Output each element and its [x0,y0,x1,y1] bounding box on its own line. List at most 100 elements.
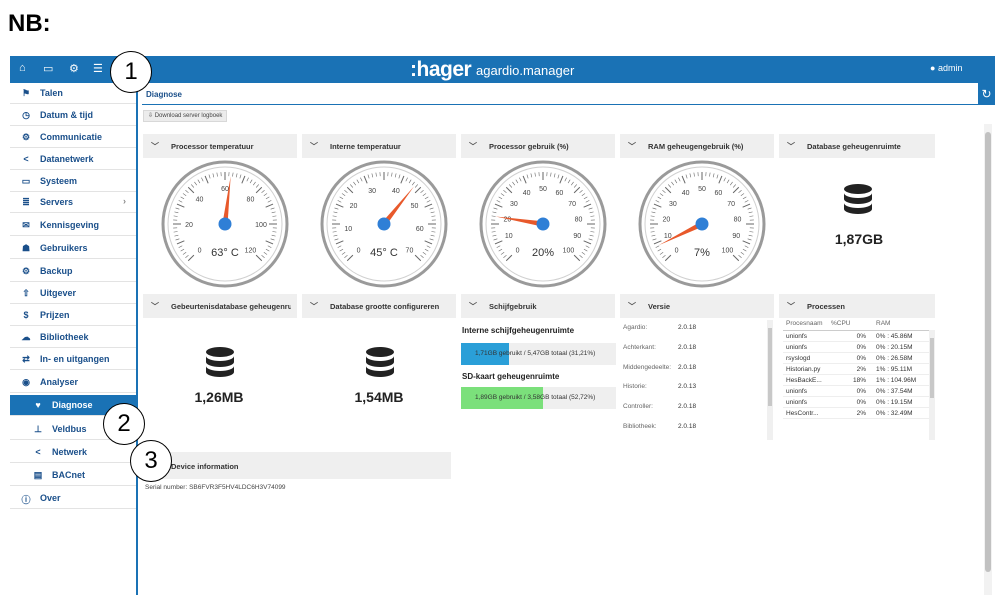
process-ram-cell: 0% : 45.86M [876,333,913,340]
gauge-tick-label: 50 [411,203,419,210]
page-scrollbar-thumb[interactable] [985,132,991,572]
gauge-tick-label: 0 [675,247,679,254]
table-row[interactable]: HesContr... 2% 0% : 32.49M [783,408,931,419]
sidebar-item-analyser[interactable]: ◉ Analyser [10,372,136,393]
callout-1: 1 [110,51,152,93]
gauge-tick-label: 30 [669,201,677,208]
process-scrollbar-thumb[interactable] [930,338,934,398]
user-name: admin [937,63,963,73]
internal-disk-title: Interne schijfgeheugenruimte [462,326,575,335]
panel-head-version[interactable]: ﹀ Versie [620,294,774,318]
panel-head-ram-usage[interactable]: ﹀ RAM geheugengebruik (%) [620,134,774,158]
table-row[interactable]: Historian.py 2% 1% : 95.11M [783,364,931,375]
gauge-tick-label: 0 [516,247,520,254]
gears-icon: ⚙ [21,132,31,142]
process-ram-cell: 0% : 37.54M [876,388,913,395]
screenshot-root: NB: ⌂ ▭ ⚙ ☰ :hager agardio.manager ● adm… [0,0,995,595]
table-row[interactable]: unionfs 0% 0% : 19.15M [783,397,931,408]
panel-head-db-memory[interactable]: ﹀ Database geheugenruimte [779,134,935,158]
process-name-cell: HesBackE... [786,377,822,384]
sidebar-item-uitgever[interactable]: ⇧ Uitgever [10,283,136,304]
user-icon: ● [930,63,938,73]
sidebar-item-label: Talen [40,88,63,98]
process-scrollbar[interactable] [929,330,935,440]
panel-head-processor-temp[interactable]: ﹀ Processor temperatuur [143,134,297,158]
gauge-value-label: 20% [532,247,554,259]
download-log-button[interactable]: ⇩ Download server logboek [143,110,228,122]
panel-head-processor-usage[interactable]: ﹀ Processor gebruik (%) [461,134,615,158]
page-scrollbar[interactable] [984,124,992,595]
gauge-tick-label: 10 [505,233,513,240]
gauge-processor-temperature: 0 20 40 60 80 100 120 63° C [161,160,289,288]
table-row[interactable]: unionfs 0% 0% : 37.54M [783,386,931,397]
sidebar-item-label: Veldbus [52,424,87,434]
gears-icon[interactable]: ⚙ [69,62,79,75]
gauge-tick-label: 80 [575,216,583,223]
sidebar-item-bibliotheek[interactable]: ☁ Bibliotheek [10,327,136,348]
sidebar-item-label: Systeem [40,176,78,186]
panel-title: Versie [648,302,671,311]
home-icon[interactable]: ⌂ [19,62,26,74]
refresh-icon: ↻ [981,87,992,101]
user-menu[interactable]: ● admin [930,63,962,73]
table-row[interactable]: unionfs 0% 0% : 45.86M [783,331,931,342]
sidebar-item-communicatie[interactable]: ⚙ Communicatie [10,127,136,148]
version-label: Historie: [623,383,647,390]
sidebar-item-in-en-uitgangen[interactable]: ⇄ In- en uitgangen [10,349,136,370]
gauge-tick-label: 100 [722,247,734,254]
process-cpu-cell: 2% [856,410,866,417]
chevron-down-icon: ﹀ [628,302,636,311]
sidebar-item-datanetwerk[interactable]: < Datanetwerk [10,149,136,170]
col-header-name[interactable]: Procesnaam [786,320,828,327]
version-label: Bibliotheek: [623,423,657,430]
sitemap-icon: ⊥ [34,424,42,434]
col-header-cpu[interactable]: %CPU [831,320,859,327]
eye-icon: ◉ [22,377,30,387]
sidebar-item-systeem[interactable]: ▭ Systeem [10,171,136,192]
sidebar-item-bacnet[interactable]: ▤ BACnet [10,465,136,486]
panel-title: Database geheugenruimte [807,142,901,151]
process-name-cell: unionfs [786,399,807,406]
panel-title: Processen [807,302,845,311]
panel-head-device-information[interactable]: Device information [143,452,451,479]
panel-title: Gebeurtenisdatabase geheugenru... [171,302,291,311]
table-row[interactable]: rsyslogd 0% 0% : 26.58M [783,353,931,364]
sidebar-item-servers[interactable]: ≣ Servers › [10,192,136,213]
panel-title: Interne temperatuur [330,142,401,151]
sidebar-item-kennisgeving[interactable]: ✉ Kennisgeving [10,215,136,236]
sidebar-item-netwerk[interactable]: < Netwerk [10,442,136,463]
version-label: Middengedeelte: [623,364,672,371]
clock-icon: ◷ [22,110,30,120]
panel-head-internal-temp[interactable]: ﹀ Interne temperatuur [302,134,456,158]
panel-head-event-db[interactable]: ﹀ Gebeurtenisdatabase geheugenru... [143,294,297,318]
gauge-tick-label: 70 [406,247,414,254]
sliders-icon[interactable]: ☰ [93,62,103,75]
gauge-tick-label: 20 [504,216,512,223]
gauge-tick-label: 100 [563,247,575,254]
sidebar-item-label: Communicatie [40,132,103,142]
refresh-button[interactable]: ↻ [978,83,995,105]
sidebar-item-over[interactable]: ⓘ Over [10,488,136,509]
version-scrollbar[interactable] [767,320,773,440]
table-row[interactable]: HesBackE... 18% 1% : 104.96M [783,375,931,386]
version-label: Achterkant: [623,344,656,351]
internal-disk-bar: 1,71GB gebruikt / 5,47GB totaal (31,21%) [461,343,616,365]
process-name-cell: unionfs [786,344,807,351]
chevron-right-icon: › [123,196,126,206]
panel-head-db-size[interactable]: ﹀ Database grootte configureren [302,294,456,318]
sidebar-item-prijzen[interactable]: $ Prijzen [10,305,136,326]
callout-3: 3 [130,440,172,482]
gauge-tick-label: 100 [255,222,267,229]
sidebar-item-datum-tijd[interactable]: ◷ Datum & tijd [10,105,136,126]
version-scrollbar-thumb[interactable] [768,328,772,406]
panel-head-processes[interactable]: ﹀ Processen [779,294,935,318]
monitor-icon[interactable]: ▭ [43,62,53,75]
sidebar-item-backup[interactable]: ⚙ Backup [10,261,136,282]
dollar-icon: $ [23,310,29,320]
table-row[interactable]: unionfs 0% 0% : 20.15M [783,342,931,353]
version-value: 2.0.18 [678,423,697,430]
chevron-down-icon: ﹀ [787,142,795,151]
col-header-ram[interactable]: RAM [876,320,924,327]
sidebar-item-gebruikers[interactable]: ☗ Gebruikers [10,238,136,259]
panel-head-disk-usage[interactable]: ﹀ Schijfgebruik [461,294,615,318]
